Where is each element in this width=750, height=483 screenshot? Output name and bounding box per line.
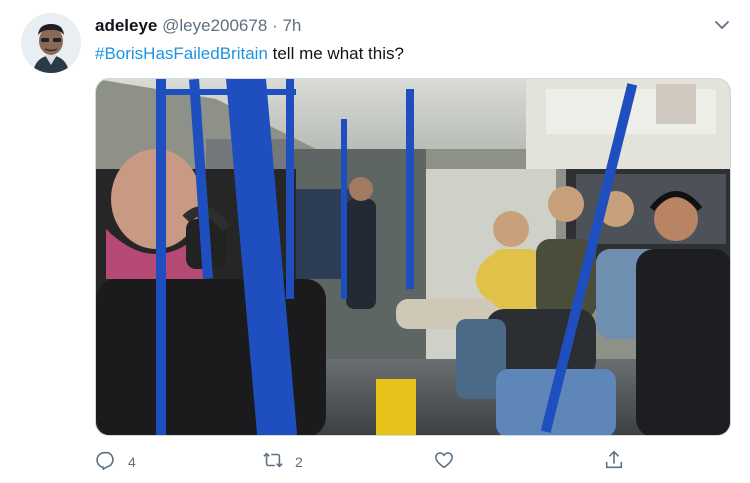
timestamp[interactable]: 7h [282,16,301,35]
heart-icon [433,449,455,476]
share-icon [603,449,625,476]
reply-count: 4 [128,454,136,470]
retweet-button[interactable]: 2 [262,448,303,476]
share-button[interactable] [603,448,625,476]
tweet-photo[interactable] [95,78,731,436]
hashtag-link[interactable]: #BorisHasFailedBritain [95,44,268,63]
display-name[interactable]: adeleye [95,16,157,35]
like-button[interactable] [433,448,455,476]
retweet-icon [262,449,284,476]
retweet-count: 2 [295,454,303,470]
tweet: adeleye @leye200678 · 7h #BorisHasFailed… [0,0,750,483]
tweet-actions: 4 2 [95,448,655,476]
more-options-icon[interactable] [712,15,732,35]
tweet-body: tell me what this? [267,44,404,63]
reply-button[interactable]: 4 [95,448,136,476]
avatar[interactable] [21,13,81,73]
reply-icon [95,449,117,476]
tweet-header: adeleye @leye200678 · 7h [95,15,301,37]
separator-dot: · [272,16,278,35]
user-handle[interactable]: @leye200678 [162,16,267,35]
tweet-text: #BorisHasFailedBritain tell me what this… [95,43,404,65]
